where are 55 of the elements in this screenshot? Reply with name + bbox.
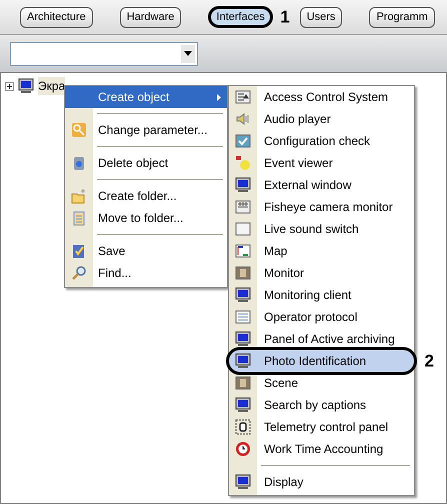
menu-item[interactable]: Telemetry control panel	[229, 416, 414, 438]
expand-icon[interactable]	[5, 82, 14, 90]
monitor-icon	[235, 331, 251, 347]
menu-item[interactable]: Map	[229, 240, 414, 262]
menu-item[interactable]: Operator protocol	[229, 306, 414, 328]
callout-number: 1	[280, 6, 290, 28]
monitor-icon	[235, 397, 251, 413]
menu-item[interactable]: Audio player	[229, 108, 414, 130]
camera-frame-icon	[235, 265, 251, 281]
menu-item[interactable]: Create folder...	[65, 185, 227, 207]
menu-item[interactable]: Work Time Accounting	[229, 438, 414, 460]
menu-item[interactable]: Access Control System	[229, 86, 414, 108]
blank-window-icon	[235, 221, 251, 237]
monitor-icon	[18, 78, 34, 94]
list-icon	[235, 89, 251, 105]
display-icon	[235, 474, 251, 490]
tab[interactable]: Architecture	[20, 6, 93, 28]
monitor-icon	[235, 353, 251, 369]
menu-item[interactable]: Display	[229, 471, 414, 493]
speaker-icon	[235, 111, 251, 127]
menu-item[interactable]: Change parameter...	[65, 119, 227, 141]
menu-item[interactable]: Monitor	[229, 262, 414, 284]
menu-item[interactable]: Search by captions	[229, 394, 414, 416]
map-icon	[235, 243, 251, 259]
menu-item[interactable]: Save	[65, 240, 227, 262]
menu-item[interactable]: Configuration check	[229, 130, 414, 152]
joystick-icon	[235, 419, 251, 435]
menu-item[interactable]: Fisheye camera monitor	[229, 196, 414, 218]
tree-item[interactable]: Экра	[38, 77, 66, 95]
dropdown-field[interactable]	[10, 42, 198, 66]
menu-item[interactable]: Move to folder...	[65, 207, 227, 229]
tab[interactable]: Users	[300, 6, 342, 28]
fisheye-grid-icon	[235, 199, 251, 215]
menu-item[interactable]: Monitoring client	[229, 284, 414, 306]
table-icon	[235, 309, 251, 325]
checkmark-icon	[235, 133, 251, 149]
menu-item[interactable]: Scene	[229, 372, 414, 394]
menu-item[interactable]: Delete object	[65, 152, 227, 174]
camera-frame-icon	[235, 375, 251, 391]
clock-icon	[235, 441, 251, 457]
menu-item[interactable]: Find...	[65, 262, 227, 284]
search-icon	[71, 265, 87, 281]
monitor-icon	[235, 177, 251, 193]
menu-item[interactable]: Panel of Active archiving	[229, 328, 414, 350]
new-folder-icon	[71, 188, 87, 204]
menu-item[interactable]: Create object	[65, 86, 227, 108]
menu-item[interactable]: External window	[229, 174, 414, 196]
monitor-icon	[235, 287, 251, 303]
document-icon	[71, 210, 87, 226]
tab[interactable]: Hardware	[120, 6, 182, 28]
tab[interactable]: Programm	[369, 6, 435, 28]
save-check-icon	[71, 243, 87, 259]
menu-item[interactable]: Event viewer	[229, 152, 414, 174]
callout-number: 2	[424, 350, 434, 372]
menu-item[interactable]: Live sound switch	[229, 218, 414, 240]
